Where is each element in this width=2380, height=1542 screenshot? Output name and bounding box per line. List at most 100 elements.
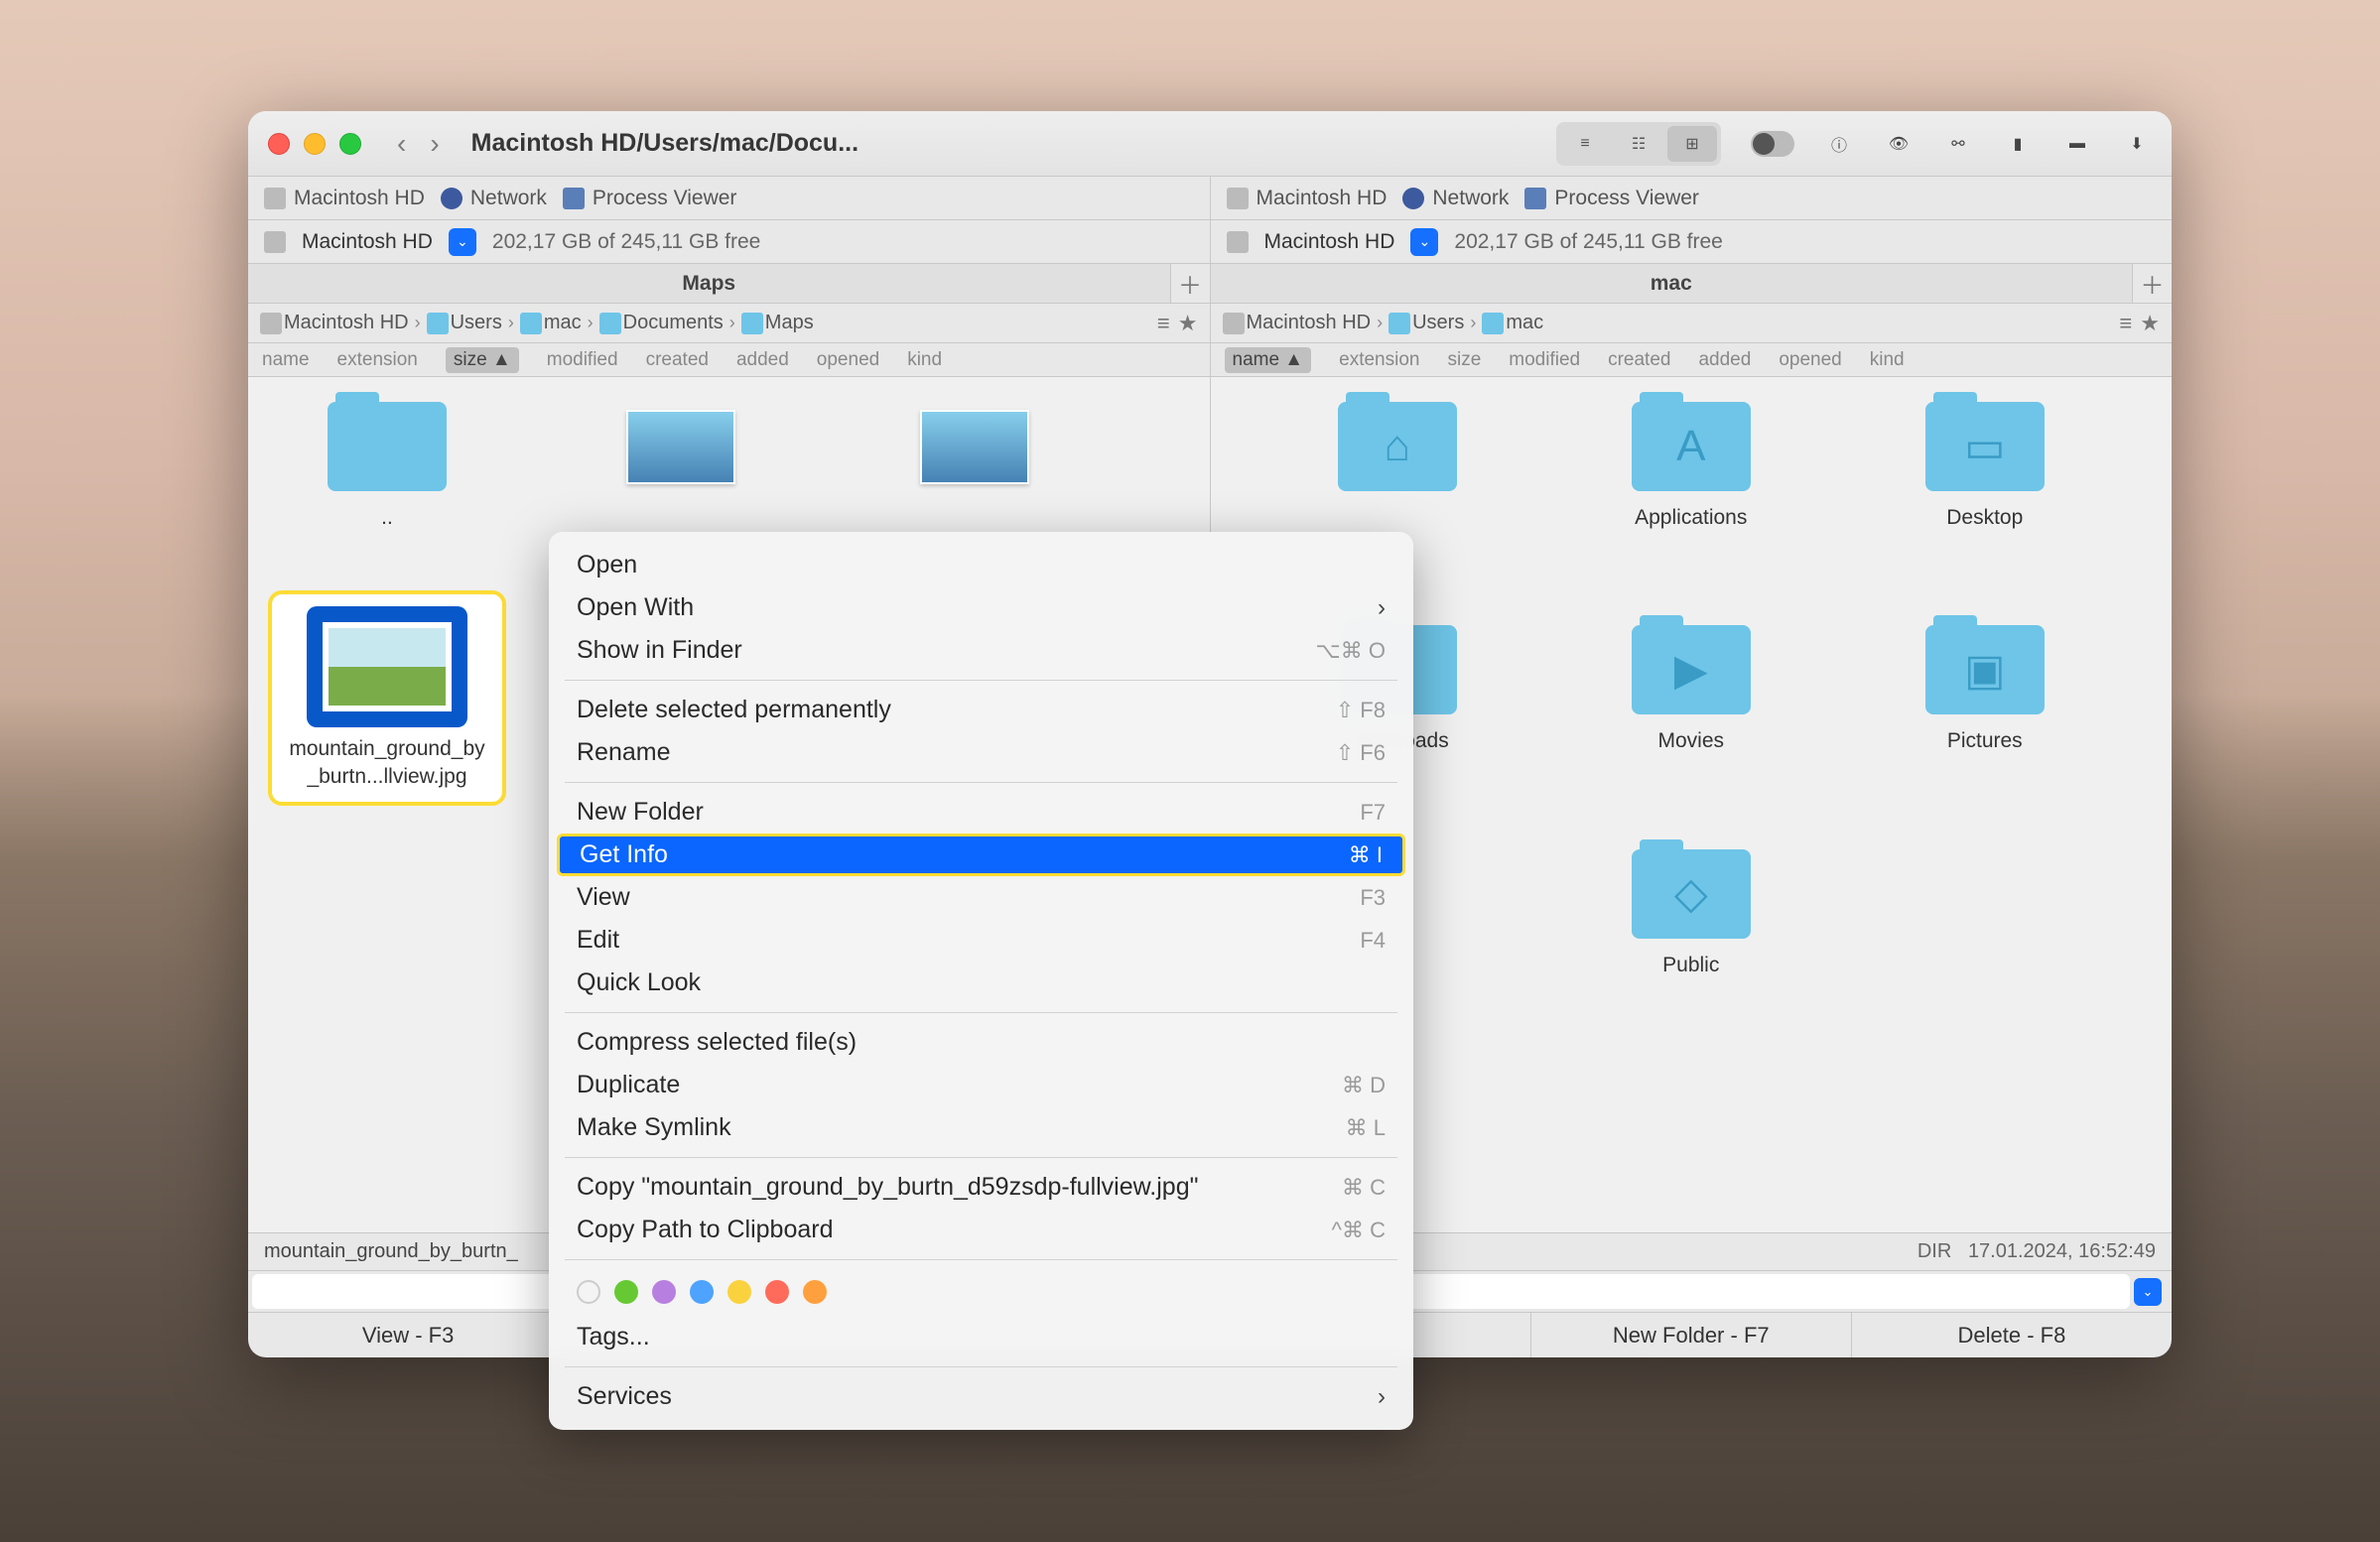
- menu-item-edit[interactable]: EditF4: [549, 919, 1413, 962]
- menu-item-make-symlink[interactable]: Make Symlink⌘ L: [549, 1106, 1413, 1149]
- tag-color-dot[interactable]: [652, 1280, 676, 1304]
- menu-item-compress-selected-file-s-[interactable]: Compress selected file(s): [549, 1021, 1413, 1064]
- menu-item-copy-mountain-ground-by-burtn-[interactable]: Copy "mountain_ground_by_burtn_d59zsdp-f…: [549, 1166, 1413, 1209]
- breadcrumb-right: Macintosh HD› Users› mac ≡★: [1211, 304, 2173, 342]
- menu-item-show-in-finder[interactable]: Show in Finder⌥⌘ O: [549, 629, 1413, 672]
- zoom-window-button[interactable]: [339, 133, 361, 155]
- tag-color-dot[interactable]: [614, 1280, 638, 1304]
- folder-item-applications[interactable]: AApplications: [1572, 397, 1810, 531]
- tag-color-dot[interactable]: [765, 1280, 789, 1304]
- star-icon[interactable]: ★: [1178, 311, 1198, 336]
- file-thumb-item[interactable]: [562, 397, 800, 531]
- tag-color-dot[interactable]: [577, 1280, 600, 1304]
- menu-item-label: Copy Path to Clipboard: [577, 1216, 833, 1244]
- menu-item-tags-[interactable]: Tags...: [549, 1316, 1413, 1358]
- parent-folder-item[interactable]: ..: [268, 397, 506, 531]
- drive-dropdown-button[interactable]: ⌄: [449, 228, 476, 256]
- sort-column[interactable]: opened: [817, 349, 879, 371]
- sort-column[interactable]: modified: [547, 349, 618, 371]
- quicklook-icon[interactable]: 👁: [1884, 129, 1914, 159]
- archive-icon[interactable]: ▮: [2003, 129, 2033, 159]
- sort-column[interactable]: name: [262, 349, 310, 371]
- menu-item-get-info[interactable]: Get Info⌘ I: [557, 834, 1405, 876]
- menu-item-view[interactable]: ViewF3: [549, 876, 1413, 919]
- device-tab-network[interactable]: Network: [441, 187, 547, 210]
- sort-column[interactable]: extension: [337, 349, 418, 371]
- forward-button[interactable]: ›: [430, 128, 439, 160]
- hidden-files-toggle[interactable]: [1751, 131, 1794, 157]
- crumb-users[interactable]: Users: [1412, 312, 1464, 334]
- menu-shortcut: ^⌘ C: [1332, 1218, 1386, 1243]
- menu-item-label: Edit: [577, 926, 619, 955]
- star-icon[interactable]: ★: [2140, 311, 2160, 336]
- tag-color-dot[interactable]: [727, 1280, 751, 1304]
- folder-item-public[interactable]: ◇Public: [1572, 844, 1810, 978]
- device-tab-macintosh-hd[interactable]: Macintosh HD: [264, 187, 425, 210]
- device-tab-process-viewer[interactable]: Process Viewer: [563, 187, 737, 210]
- device-tab-network[interactable]: Network: [1402, 187, 1509, 210]
- menu-shortcut: ⇧ F6: [1336, 740, 1386, 766]
- sort-column[interactable]: kind: [1870, 349, 1905, 371]
- path-dropdown-button[interactable]: ⌄: [2134, 1278, 2162, 1306]
- selected-file-item[interactable]: mountain_ground_by_burtn...llview.jpg: [268, 590, 506, 806]
- close-window-button[interactable]: [268, 133, 290, 155]
- footer-view-button[interactable]: View - F3: [248, 1313, 569, 1357]
- info-icon[interactable]: ⓘ: [1824, 129, 1854, 159]
- menu-item-quick-look[interactable]: Quick Look: [549, 962, 1413, 1004]
- add-tab-button[interactable]: ＋: [2132, 264, 2172, 303]
- sort-column[interactable]: size: [1447, 349, 1481, 371]
- menu-item-duplicate[interactable]: Duplicate⌘ D: [549, 1064, 1413, 1106]
- back-button[interactable]: ‹: [397, 128, 406, 160]
- device-tab-process-viewer[interactable]: Process Viewer: [1524, 187, 1699, 210]
- view-icons-button[interactable]: ⊞: [1667, 126, 1717, 162]
- tag-color-dot[interactable]: [690, 1280, 714, 1304]
- list-style-icon[interactable]: ≡: [1157, 311, 1170, 336]
- sort-column[interactable]: name ▲: [1225, 347, 1312, 373]
- file-thumb-item[interactable]: [856, 397, 1094, 531]
- folder-icon: [599, 313, 621, 334]
- menu-item-copy-path-to-clipboard[interactable]: Copy Path to Clipboard ^⌘ C: [549, 1209, 1413, 1251]
- crumb-maps[interactable]: Maps: [765, 312, 814, 334]
- crumb-mac[interactable]: mac: [1506, 312, 1543, 334]
- binoculars-icon[interactable]: ⚯: [1943, 129, 1973, 159]
- menu-item-open-with[interactable]: Open With›: [549, 586, 1413, 629]
- sort-column[interactable]: created: [1608, 349, 1670, 371]
- sort-column[interactable]: size ▲: [446, 347, 519, 373]
- menu-item-services[interactable]: Services›: [549, 1375, 1413, 1418]
- footer-newfolder-button[interactable]: New Folder - F7: [1531, 1313, 1852, 1357]
- crumb-documents[interactable]: Documents: [623, 312, 724, 334]
- sort-column[interactable]: kind: [907, 349, 942, 371]
- view-columns-button[interactable]: ☷: [1614, 126, 1663, 162]
- crumb-macintosh-hd[interactable]: Macintosh HD: [284, 312, 409, 334]
- crumb-macintosh-hd[interactable]: Macintosh HD: [1247, 312, 1372, 334]
- tag-color-dot[interactable]: [803, 1280, 827, 1304]
- crumb-users[interactable]: Users: [451, 312, 502, 334]
- sort-column[interactable]: modified: [1509, 349, 1580, 371]
- folder-item-pictures[interactable]: ▣Pictures: [1866, 620, 2104, 754]
- menu-item-delete-selected-permanently[interactable]: Delete selected permanently⇧ F8: [549, 689, 1413, 731]
- add-tab-button[interactable]: ＋: [1170, 264, 1210, 303]
- minimize-window-button[interactable]: [304, 133, 326, 155]
- drive-dropdown-button[interactable]: ⌄: [1410, 228, 1438, 256]
- download-icon[interactable]: ⬇: [2122, 129, 2152, 159]
- footer-delete-button[interactable]: Delete - F8: [1852, 1313, 2172, 1357]
- device-tab-macintosh-hd[interactable]: Macintosh HD: [1227, 187, 1388, 210]
- sort-column[interactable]: extension: [1339, 349, 1419, 371]
- sort-column[interactable]: opened: [1779, 349, 1841, 371]
- folder-item-home[interactable]: ⌂: [1278, 397, 1517, 531]
- sort-column[interactable]: added: [736, 349, 789, 371]
- tab-mac[interactable]: mac: [1211, 264, 2133, 303]
- sort-column[interactable]: added: [1698, 349, 1751, 371]
- menu-item-new-folder[interactable]: New FolderF7: [549, 791, 1413, 834]
- view-list-button[interactable]: ≡: [1560, 126, 1610, 162]
- sort-column[interactable]: created: [646, 349, 709, 371]
- crumb-mac[interactable]: mac: [544, 312, 582, 334]
- tab-maps[interactable]: Maps: [248, 264, 1170, 303]
- menu-item-rename[interactable]: Rename⇧ F6: [549, 731, 1413, 774]
- folder-item-desktop[interactable]: ▭Desktop: [1866, 397, 2104, 531]
- list-style-icon[interactable]: ≡: [2119, 311, 2132, 336]
- folder-icon: [520, 313, 542, 334]
- menu-item-open[interactable]: Open: [549, 544, 1413, 586]
- folder-item-movies[interactable]: ▶Movies: [1572, 620, 1810, 754]
- connect-server-icon[interactable]: ▬: [2062, 129, 2092, 159]
